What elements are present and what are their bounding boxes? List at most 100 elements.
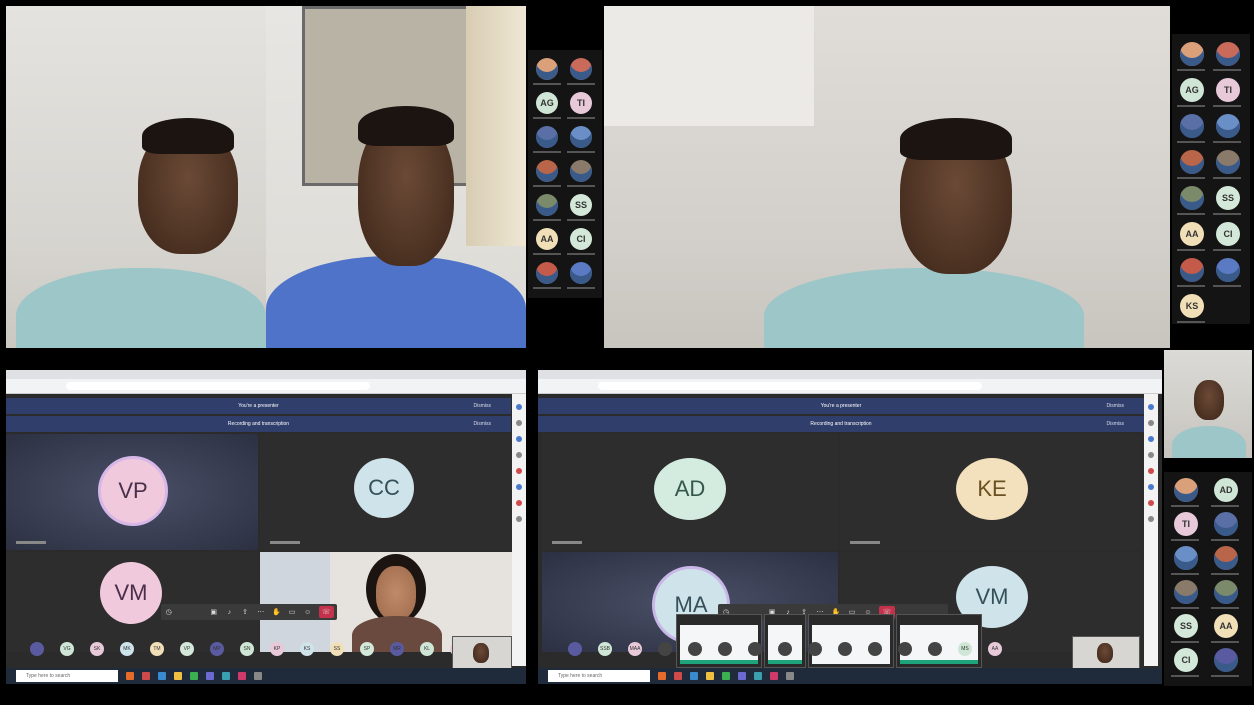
avatar: KE <box>956 458 1028 520</box>
chat-icon[interactable]: ▭ <box>287 607 297 617</box>
participant-name <box>1213 105 1241 107</box>
dismiss-button[interactable]: Dismiss <box>1107 403 1125 409</box>
participant-photo[interactable] <box>570 126 592 148</box>
participant-chip[interactable]: MR <box>390 642 404 656</box>
address-bar[interactable] <box>6 379 526 394</box>
participant-chip[interactable]: AA <box>988 642 1002 656</box>
raise-hand-icon[interactable]: ✋ <box>272 607 282 617</box>
participant-avatar[interactable]: AA <box>1180 222 1204 246</box>
tab-bar[interactable] <box>6 370 526 379</box>
participant-name <box>850 541 880 544</box>
participant-photo[interactable] <box>1216 258 1240 282</box>
share-icon[interactable]: ⇪ <box>240 607 250 617</box>
participant-photo[interactable] <box>1214 580 1238 604</box>
participant-chip[interactable]: KS <box>300 642 314 656</box>
dismiss-button[interactable]: Dismiss <box>1107 421 1125 427</box>
participants-icon[interactable]: ☺ <box>303 607 313 617</box>
participant-avatar[interactable]: SS <box>570 194 592 216</box>
participant-photo[interactable] <box>1180 186 1204 210</box>
participant-chip[interactable]: TM <box>150 642 164 656</box>
participant-chip[interactable] <box>568 642 582 656</box>
participant-avatar[interactable]: AD <box>1214 478 1238 502</box>
participant-avatar[interactable]: AA <box>536 228 558 250</box>
address-bar[interactable] <box>538 379 1162 394</box>
participant-photo[interactable] <box>1214 546 1238 570</box>
participant-chip[interactable]: SK <box>90 642 104 656</box>
participant-photo[interactable] <box>536 58 558 80</box>
participant-photo[interactable] <box>536 194 558 216</box>
participant-photo[interactable] <box>1216 150 1240 174</box>
participant-photo[interactable] <box>570 58 592 80</box>
participant-avatar[interactable]: CI <box>570 228 592 250</box>
participant-photo[interactable] <box>1214 512 1238 536</box>
participant-avatar[interactable]: CI <box>1216 222 1240 246</box>
leave-button[interactable]: ☏ <box>318 606 335 618</box>
camera-icon[interactable]: ▣ <box>209 607 219 617</box>
participant-photo[interactable] <box>1216 42 1240 66</box>
participant-photo[interactable] <box>1180 258 1204 282</box>
participant-strip-top-left: AG TI SS AA CI <box>528 50 602 298</box>
participant-photo[interactable] <box>1174 546 1198 570</box>
participant-chip[interactable] <box>898 642 912 656</box>
participant-chip[interactable]: MP <box>210 642 224 656</box>
dismiss-button[interactable]: Dismiss <box>474 421 492 427</box>
participant-name <box>567 185 595 187</box>
participant-chip[interactable] <box>928 642 942 656</box>
participant-chip[interactable]: MK <box>120 642 134 656</box>
participant-chip[interactable]: SSB <box>598 642 612 656</box>
participant-avatar[interactable]: SS <box>1174 614 1198 638</box>
window-thumbnail[interactable] <box>676 614 762 668</box>
participant-chip[interactable]: SN <box>240 642 254 656</box>
window-thumbnail[interactable] <box>764 614 806 668</box>
participant-photo[interactable] <box>1214 648 1238 672</box>
participant-photo[interactable] <box>536 160 558 182</box>
participant-photo[interactable] <box>1174 580 1198 604</box>
participant-chip[interactable]: MAA <box>628 642 642 656</box>
participant-photo[interactable] <box>1216 114 1240 138</box>
participant-chip[interactable]: KP <box>270 642 284 656</box>
participant-chip[interactable] <box>838 642 852 656</box>
participant-photo[interactable] <box>1180 42 1204 66</box>
window-thumbnail[interactable] <box>808 614 894 668</box>
participant-chip[interactable] <box>808 642 822 656</box>
participant-name <box>552 541 582 544</box>
participant-chip[interactable] <box>748 642 762 656</box>
participant-chip[interactable] <box>868 642 882 656</box>
participant-avatar[interactable]: TI <box>570 92 592 114</box>
participant-photo[interactable] <box>536 126 558 148</box>
participant-avatar[interactable]: TI <box>1216 78 1240 102</box>
participant-avatar[interactable]: AG <box>536 92 558 114</box>
participant-chip[interactable]: KL <box>420 642 434 656</box>
taskbar-search-input[interactable]: Type here to search <box>16 670 118 682</box>
participant-avatar[interactable]: KS <box>1180 294 1204 318</box>
participant-chip[interactable]: VG <box>60 642 74 656</box>
participant-chip[interactable] <box>688 642 702 656</box>
participant-chip[interactable]: SP <box>360 642 374 656</box>
participant-chip[interactable] <box>718 642 732 656</box>
participant-chip[interactable]: MS <box>958 642 972 656</box>
participant-photo[interactable] <box>536 262 558 284</box>
more-icon[interactable]: ⋯ <box>256 607 266 617</box>
microphone-icon[interactable]: ♪ <box>225 607 235 617</box>
window-thumbnail[interactable] <box>896 614 982 668</box>
participant-avatar[interactable]: SS <box>1216 186 1240 210</box>
participant-photo[interactable] <box>570 160 592 182</box>
browser-extension-rail <box>1144 394 1158 666</box>
participant-chip[interactable] <box>778 642 792 656</box>
participant-name <box>1171 539 1199 541</box>
participant-avatar[interactable]: AA <box>1214 614 1238 638</box>
participant-avatar[interactable]: CI <box>1174 648 1198 672</box>
participant-avatar[interactable]: AG <box>1180 78 1204 102</box>
participant-photo[interactable] <box>570 262 592 284</box>
participant-chip[interactable]: VP <box>180 642 194 656</box>
participant-chip[interactable] <box>30 642 44 656</box>
dismiss-button[interactable]: Dismiss <box>474 403 492 409</box>
tab-bar[interactable] <box>538 370 1162 379</box>
participant-chip[interactable]: SS <box>330 642 344 656</box>
taskbar-search-input[interactable]: Type here to search <box>548 670 650 682</box>
participant-chip[interactable] <box>658 642 672 656</box>
participant-photo[interactable] <box>1180 114 1204 138</box>
participant-avatar[interactable]: TI <box>1174 512 1198 536</box>
participant-photo[interactable] <box>1174 478 1198 502</box>
participant-photo[interactable] <box>1180 150 1204 174</box>
